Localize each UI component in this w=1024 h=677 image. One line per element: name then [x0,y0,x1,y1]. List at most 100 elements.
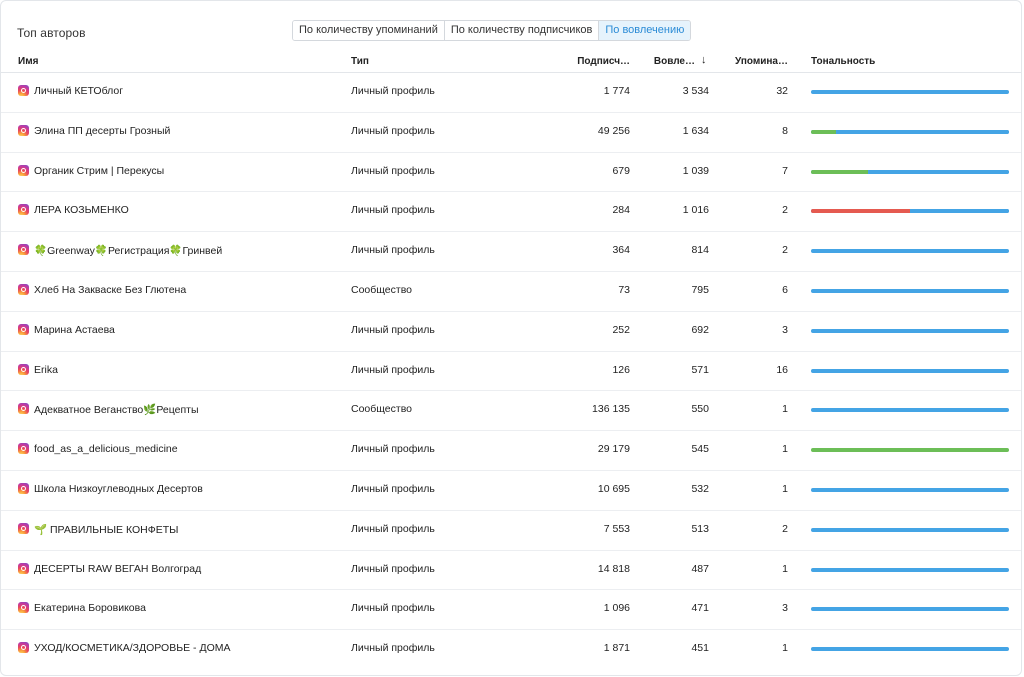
mentions-value: 2 [782,522,788,535]
top-authors-widget: Топ авторов По количеству упоминаний По … [0,0,1022,676]
instagram-icon [18,244,29,256]
instagram-icon [18,522,29,534]
tone-neutral-segment [811,567,1009,572]
author-type: Личный профиль [351,244,435,257]
tab-by-engagement[interactable]: По вовлечению [599,21,691,40]
subscribers-value: 126 [612,363,630,376]
mentions-value: 1 [782,482,788,495]
tone-bar[interactable] [811,368,1009,373]
tone-neutral-segment [811,368,1009,373]
tone-bar[interactable] [811,328,1009,333]
author-name-link[interactable]: Элина ПП десерты Грозный [34,125,170,137]
author-name-link[interactable]: Марина Астаева [34,324,115,336]
author-name-link[interactable]: Органик Стрим | Перекусы [34,165,164,177]
tone-bar[interactable] [811,408,1009,413]
subscribers-value: 1 096 [603,602,630,615]
tone-bar[interactable] [811,567,1009,572]
engagement-value: 3 534 [682,85,709,97]
table-row[interactable]: Хлеб На Закваске Без Глютена Сообщество 73… [1,272,1021,312]
tone-bar[interactable] [811,527,1009,532]
column-mentions[interactable]: Упомина… [721,56,788,67]
table-row[interactable]: 🍀Greenway🍀Регистрация🍀Гринвей Личный проф… [1,232,1021,272]
author-name-link[interactable]: ДЕСЕРТЫ RAW ВЕГАН Волгоград [34,563,201,575]
author-type: Личный профиль [351,642,435,655]
subscribers-value: 284 [612,204,630,217]
table-row[interactable]: 🌱 ПРАВИЛЬНЫЕ КОНФЕТЫ Личный профиль 7 553 5… [1,511,1021,551]
instagram-icon [18,323,29,335]
table-row[interactable]: Erika Личный профиль 126 571 16 [1,352,1021,392]
instagram-icon [18,363,29,375]
tone-positive-segment [811,129,836,134]
instagram-icon [18,164,29,176]
column-type[interactable]: Тип [351,56,369,67]
mentions-value: 7 [782,164,788,177]
column-engagement[interactable]: Вовле… [641,56,695,67]
author-name-link[interactable]: 🌱 ПРАВИЛЬНЫЕ КОНФЕТЫ [34,523,178,536]
author-name-link[interactable]: 🍀Greenway🍀Регистрация🍀Гринвей [34,244,222,257]
engagement-value: 814 [691,244,709,257]
subscribers-value: 7 553 [603,522,630,535]
column-name[interactable]: Имя [18,56,38,67]
engagement-value: 692 [691,323,709,336]
tone-bar[interactable] [811,90,1009,94]
mentions-value: 1 [782,562,788,575]
table-row[interactable]: Органик Стрим | Перекусы Личный профиль 67… [1,153,1021,193]
column-tone[interactable]: Тональность [811,56,875,67]
table-row[interactable]: Адекватное Веганство🌿Рецепты Сообщество 13… [1,391,1021,432]
mentions-value: 2 [782,204,788,217]
tone-positive-segment [811,448,1009,453]
subscribers-value: 73 [618,283,630,296]
table-row[interactable]: ЛЕРА КОЗЬМЕНКО Личный профиль 284 1 016 2 [1,192,1021,233]
mentions-value: 16 [776,363,788,376]
instagram-icon [18,562,29,574]
tab-by-mentions[interactable]: По количеству упоминаний [293,21,445,40]
subscribers-value: 1 774 [603,85,630,97]
tone-bar[interactable] [811,209,1009,214]
tone-negative-segment [811,209,910,214]
tone-bar[interactable] [811,129,1009,134]
table-row[interactable]: Екатерина Боровикова Личный профиль 1 096 4… [1,590,1021,631]
author-name-link[interactable]: ЛЕРА КОЗЬМЕНКО [34,204,129,216]
author-type: Личный профиль [351,124,435,137]
sort-desc-icon[interactable]: ↓ [701,54,707,66]
tone-bar[interactable] [811,487,1009,492]
author-name-link[interactable]: Erika [34,364,58,376]
author-type: Сообщество [351,403,412,416]
table-row[interactable]: Личный КЕТОблог Личный профиль 1 774 3 534 3… [1,73,1021,113]
table-row[interactable]: Марина Астаева Личный профиль 252 692 3 [1,312,1021,352]
tone-bar[interactable] [811,448,1009,453]
engagement-value: 550 [691,403,709,416]
author-name-link[interactable]: food_as_a_delicious_medicine [34,443,178,455]
author-name-link[interactable]: Екатерина Боровикова [34,602,146,614]
instagram-icon [18,482,29,494]
author-name-link[interactable]: Школа Низкоуглеводных Десертов [34,483,203,495]
mentions-value: 1 [782,403,788,416]
engagement-value: 487 [691,562,709,575]
author-name-link[interactable]: Хлеб На Закваске Без Глютена [34,284,186,296]
author-name-link[interactable]: УХОД/КОСМЕТИКА/ЗДОРОВЬЕ - ДОМА [34,642,231,654]
column-subscribers[interactable]: Подписч… [561,56,630,67]
table-row[interactable]: Школа Низкоуглеводных Десертов Личный про… [1,471,1021,511]
tab-by-subscribers[interactable]: По количеству подписчиков [444,21,600,40]
subscribers-value: 49 256 [597,124,630,137]
tone-neutral-segment [811,288,1009,293]
table-row[interactable]: Элина ПП десерты Грозный Личный профиль 49… [1,113,1021,153]
author-name-link[interactable]: Адекватное Веганство🌿Рецепты [34,403,199,416]
subscribers-value: 364 [612,244,630,257]
mentions-value: 2 [782,244,788,257]
table-row[interactable]: food_as_a_delicious_medicine Личный профи… [1,431,1021,471]
tone-bar[interactable] [811,169,1009,174]
tone-bar[interactable] [811,647,1009,652]
tone-bar[interactable] [811,607,1009,612]
tone-neutral-segment [811,408,1009,413]
tone-bar[interactable] [811,249,1009,254]
table-row[interactable]: УХОД/КОСМЕТИКА/ЗДОРОВЬЕ - ДОМА Личный про… [1,630,1021,670]
engagement-value: 545 [691,443,709,456]
author-name-link[interactable]: Личный КЕТОблог [34,85,123,97]
table-row[interactable]: ДЕСЕРТЫ RAW ВЕГАН Волгоград Личный профил… [1,551,1021,591]
tone-neutral-segment [811,328,1009,333]
mentions-value: 32 [776,85,788,97]
author-type: Личный профиль [351,482,435,495]
tone-bar[interactable] [811,288,1009,293]
engagement-value: 795 [691,283,709,296]
